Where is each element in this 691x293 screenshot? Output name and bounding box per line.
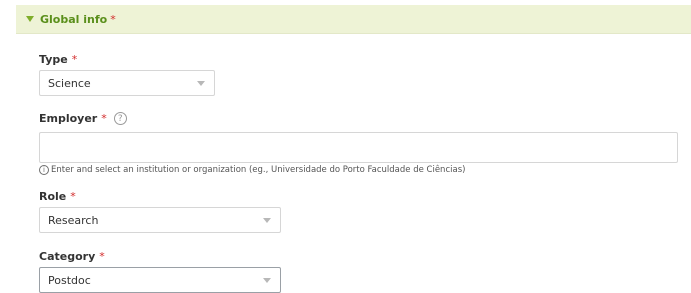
chevron-down-icon[interactable] xyxy=(263,218,271,223)
required-mark: * xyxy=(71,53,78,66)
required-mark: * xyxy=(101,112,107,125)
role-select-value: Research xyxy=(48,213,99,227)
employer-label-text: Employer xyxy=(39,112,98,125)
employer-input[interactable] xyxy=(39,132,678,163)
chevron-down-icon[interactable] xyxy=(263,278,271,283)
chevron-down-icon[interactable] xyxy=(197,81,205,86)
info-circle-icon: i xyxy=(39,165,49,175)
category-select[interactable]: Postdoc xyxy=(39,267,281,293)
required-mark: * xyxy=(70,190,76,203)
type-label: Type * xyxy=(39,53,77,66)
caret-down-icon[interactable] xyxy=(26,16,34,22)
role-label-text: Role xyxy=(39,190,67,203)
required-mark: * xyxy=(110,12,116,26)
employer-hint-text: Enter and select an institution or organ… xyxy=(51,165,466,175)
required-mark: * xyxy=(99,250,105,263)
section-title-text: Global info xyxy=(40,12,108,26)
type-select[interactable]: Science xyxy=(39,70,215,96)
role-label: Role * xyxy=(39,190,76,203)
type-label-text: Type xyxy=(39,53,68,66)
employer-hint: i Enter and select an institution or org… xyxy=(39,165,465,175)
category-select-value: Postdoc xyxy=(48,273,91,287)
question-circle-icon[interactable]: ? xyxy=(113,112,127,125)
employer-label: Employer * ? xyxy=(39,112,127,125)
section-title: Global info * xyxy=(40,13,116,26)
role-select[interactable]: Research xyxy=(39,207,281,233)
category-label: Category * xyxy=(39,250,105,263)
section-header-global-info[interactable]: Global info * xyxy=(16,5,691,34)
category-label-text: Category xyxy=(39,250,96,263)
type-select-value: Science xyxy=(48,76,91,90)
form-panel: Global info * Type * Science Employer * ?… xyxy=(0,0,691,293)
